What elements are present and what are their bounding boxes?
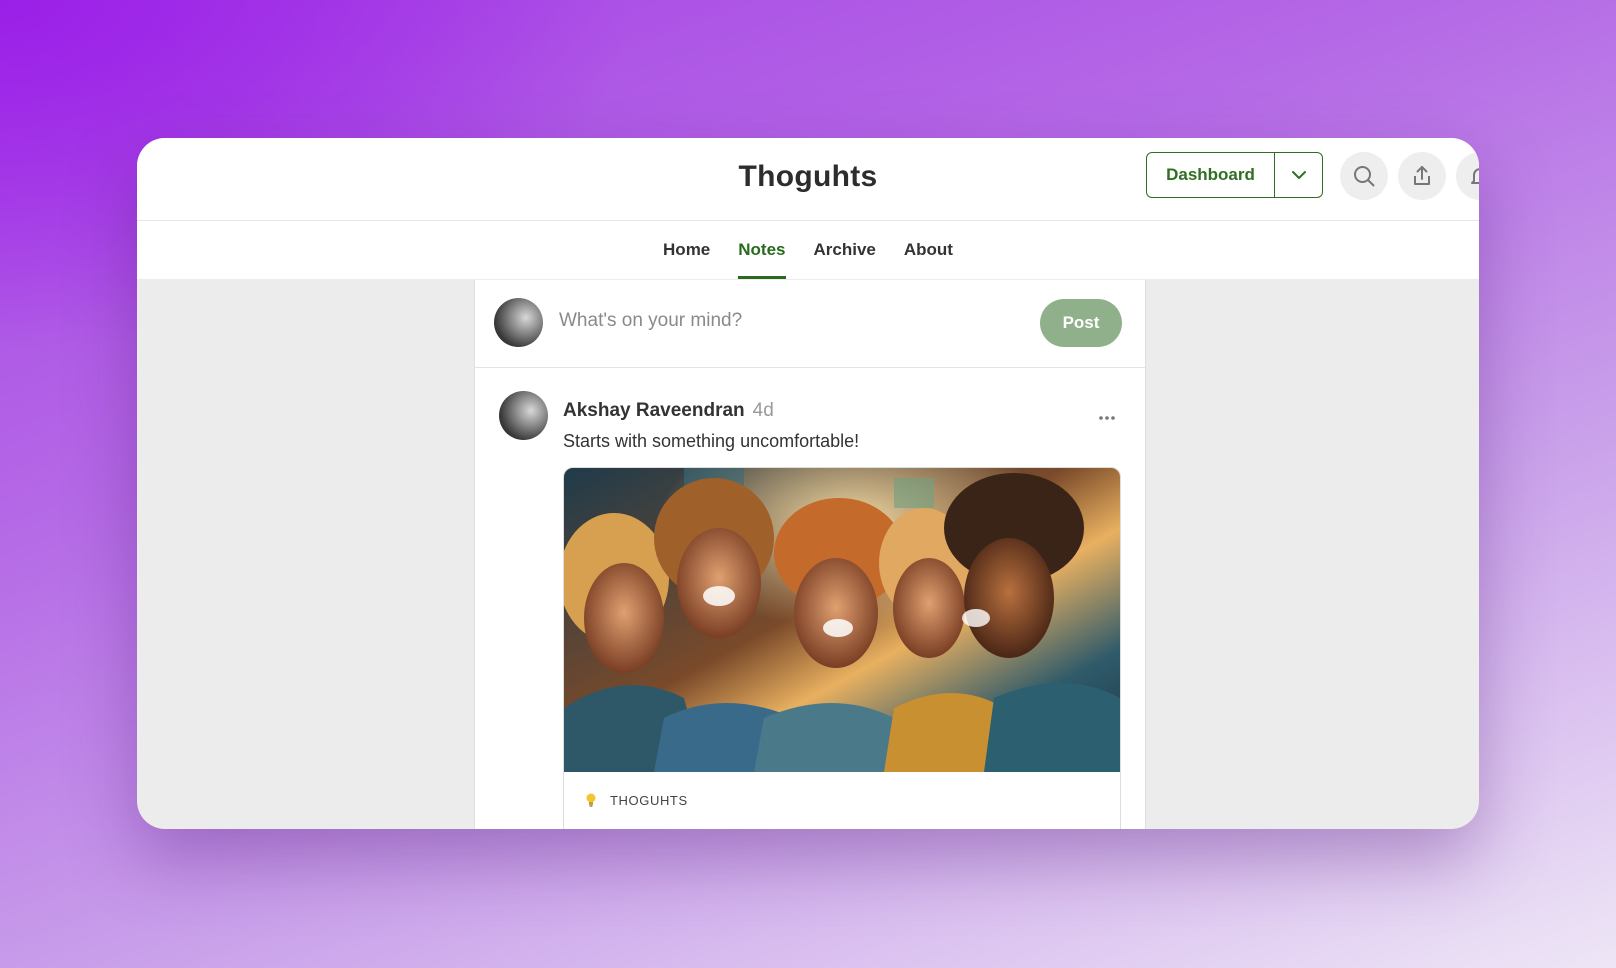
search-button[interactable] — [1340, 152, 1388, 200]
app-window: Thoguhts Dashboard Home Notes Archive Ab… — [137, 138, 1479, 829]
nav-about[interactable]: About — [904, 221, 953, 279]
post-button[interactable]: Post — [1040, 299, 1122, 347]
nav-home[interactable]: Home — [663, 221, 710, 279]
composer-input[interactable]: What's on your mind? — [559, 310, 742, 332]
more-options-button[interactable] — [1098, 408, 1116, 426]
lightbulb-icon — [586, 793, 596, 807]
more-icon — [1099, 416, 1115, 420]
link-card-label: THOGUHTS — [610, 792, 688, 808]
dashboard-dropdown-button[interactable] — [1275, 153, 1322, 197]
note-composer: What's on your mind? Post — [475, 280, 1145, 368]
link-card-footer: THOGUHTS — [564, 772, 1120, 828]
bell-icon — [1471, 168, 1479, 184]
nav-notes[interactable]: Notes — [738, 221, 786, 279]
composer-avatar — [494, 298, 543, 347]
post-image — [564, 468, 1120, 772]
notes-feed: What's on your mind? Post Akshay Raveend… — [474, 280, 1146, 829]
dashboard-button-group: Dashboard — [1146, 152, 1323, 198]
share-icon — [1414, 166, 1430, 185]
dashboard-button[interactable]: Dashboard — [1147, 153, 1275, 197]
author-avatar[interactable] — [499, 391, 548, 440]
top-bar: Thoguhts Dashboard — [137, 138, 1479, 221]
chevron-down-icon — [1291, 171, 1306, 179]
nav-archive[interactable]: Archive — [814, 221, 876, 279]
nav-bar: Home Notes Archive About — [137, 221, 1479, 279]
author-name[interactable]: Akshay Raveendran — [563, 400, 745, 421]
note-text: Starts with something uncomfortable! — [563, 431, 860, 451]
note-author[interactable]: Akshay Raveendran 4d — [563, 400, 774, 422]
note-timestamp[interactable]: 4d — [753, 400, 774, 421]
link-card[interactable]: THOGUHTS — [563, 467, 1121, 829]
share-button[interactable] — [1398, 152, 1446, 200]
search-icon — [1354, 166, 1375, 187]
